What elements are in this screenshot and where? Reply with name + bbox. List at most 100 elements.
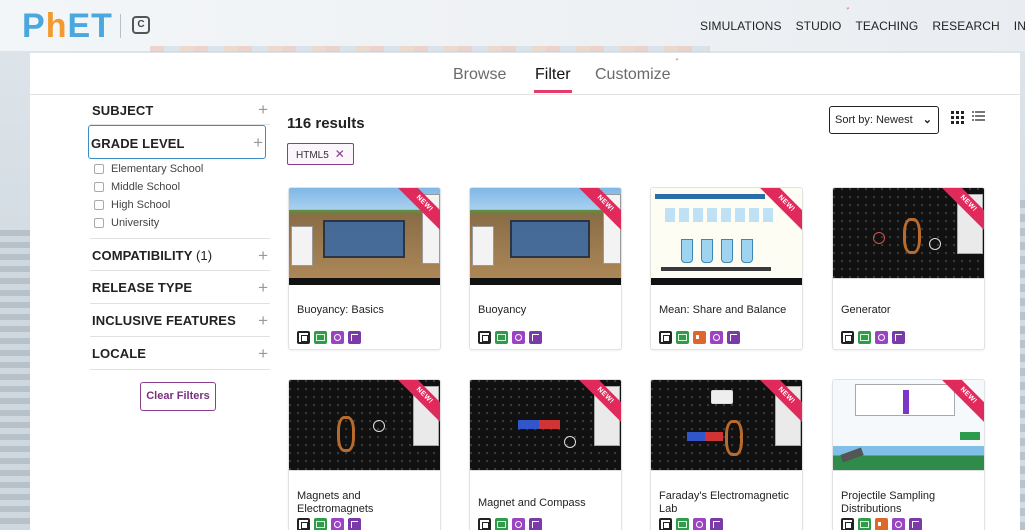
interactive-description-icon [727, 331, 740, 344]
sim-card[interactable]: NEW! Projectile Sampling Distributions [832, 379, 985, 530]
sim-thumbnail[interactable]: NEW! [289, 380, 440, 477]
tab-filter[interactable]: Filter [535, 66, 571, 84]
grade-option-elementary[interactable]: Elementary School [94, 163, 203, 175]
facet-inclusive-features[interactable]: INCLUSIVE FEATURES + [90, 304, 270, 337]
sim-title[interactable]: Magnets and Electromagnets [297, 490, 440, 516]
thumbnail-meter [711, 390, 733, 404]
grade-option-high[interactable]: High School [94, 199, 170, 211]
thumbnail-coil [725, 420, 743, 456]
sim-title[interactable]: Generator [841, 304, 891, 317]
cu-boulder-icon[interactable]: C [132, 16, 150, 34]
sim-thumbnail[interactable]: NEW! [833, 380, 984, 477]
thumbnail-panel [291, 226, 313, 266]
sim-card[interactable]: NEW! Mean: Share and Balance [650, 187, 803, 350]
sim-thumbnail[interactable]: NEW! [651, 188, 802, 285]
sim-thumbnail[interactable]: NEW! [289, 188, 440, 285]
nav-teaching[interactable]: TEACHING [856, 19, 919, 33]
option-label: Middle School [111, 181, 181, 193]
feature-icons [478, 331, 542, 344]
sim-title[interactable]: Faraday's Electromagnetic Lab [659, 490, 802, 516]
sort-label: Sort by: Newest [835, 114, 913, 126]
thumbnail-header [655, 194, 765, 199]
zoom-icon [710, 331, 723, 344]
tab-browse[interactable]: Browse [453, 66, 506, 84]
thumbnail-wheel [873, 232, 885, 244]
nav-initiatives[interactable]: INITI [1014, 19, 1025, 33]
html5-icon [478, 331, 491, 344]
sim-title[interactable]: Projectile Sampling Distributions [841, 490, 984, 516]
zoom-icon [512, 331, 525, 344]
facet-count: (1) [195, 248, 213, 263]
plus-icon[interactable]: + [258, 278, 268, 298]
facet-grade-level[interactable]: GRADE LEVEL + [88, 125, 266, 159]
facet-label-text: COMPATIBILITY [92, 248, 193, 263]
phet-logo[interactable]: PhET [22, 8, 113, 44]
plus-icon[interactable]: + [253, 133, 263, 153]
clear-filters-button[interactable]: Clear Filters [140, 382, 216, 411]
header-decoration [150, 46, 710, 52]
logo-divider [120, 14, 121, 38]
view-tabs: Browse Filter Customize ﾞ [30, 53, 1020, 95]
grade-option-university[interactable]: University [94, 217, 159, 229]
nav-research[interactable]: RESEARCH [932, 19, 999, 33]
thumbnail-tube [741, 239, 753, 263]
html5-icon [841, 331, 854, 344]
sim-thumbnail[interactable]: NEW! [470, 188, 621, 285]
html5-icon [841, 518, 854, 530]
facet-locale[interactable]: LOCALE + [90, 337, 270, 370]
grade-option-middle[interactable]: Middle School [94, 181, 180, 193]
thumbnail-button [960, 432, 980, 440]
sim-thumbnail[interactable]: NEW! [651, 380, 802, 477]
thumbnail-navbar [470, 470, 621, 477]
top-nav: SIMULATIONS STUDIO ﾞ TEACHING RESEARCH IN… [700, 0, 1025, 52]
close-icon[interactable]: ✕ [335, 147, 345, 161]
plus-icon[interactable]: + [258, 100, 268, 120]
feature-icons [659, 518, 723, 530]
plus-icon[interactable]: + [258, 246, 268, 266]
thumbnail-navbar [833, 278, 984, 285]
facet-subject[interactable]: SUBJECT + [90, 95, 270, 125]
thumbnail-coil [903, 218, 921, 254]
sim-card[interactable]: NEW! Magnet and Compass [469, 379, 622, 530]
thumbnail-tube [681, 239, 693, 263]
nav-studio[interactable]: STUDIO ﾞ [796, 9, 852, 34]
sim-card[interactable]: NEW! Generator [832, 187, 985, 350]
sort-select[interactable]: Sort by: Newest ⌄ [829, 106, 939, 134]
checkbox[interactable] [94, 164, 104, 174]
html5-icon [297, 518, 310, 530]
sim-card[interactable]: NEW! Buoyancy: Basics [288, 187, 441, 350]
tab-customize[interactable]: Customize ﾞ [595, 60, 681, 84]
sim-thumbnail[interactable]: NEW! [470, 380, 621, 477]
keyboard-icon [858, 331, 871, 344]
keyboard-icon [314, 331, 327, 344]
thumbnail-compass [564, 436, 576, 448]
sim-card[interactable]: NEW! Buoyancy [469, 187, 622, 350]
checkbox[interactable] [94, 182, 104, 192]
plus-icon[interactable]: + [258, 344, 268, 364]
filter-chip-html5[interactable]: HTML5 ✕ [287, 143, 354, 165]
checkbox[interactable] [94, 218, 104, 228]
facet-label: INCLUSIVE FEATURES [92, 313, 236, 328]
thumbnail-navbar [289, 470, 440, 477]
checkbox[interactable] [94, 200, 104, 210]
html5-icon [297, 331, 310, 344]
sim-title[interactable]: Buoyancy: Basics [297, 304, 384, 317]
facet-label: COMPATIBILITY (1) [92, 248, 212, 263]
zoom-icon [331, 518, 344, 530]
facet-release-type[interactable]: RELEASE TYPE + [90, 271, 270, 304]
nav-simulations[interactable]: SIMULATIONS [700, 19, 782, 33]
sim-title[interactable]: Magnet and Compass [478, 497, 586, 510]
feature-icons [841, 331, 905, 344]
list-view-icon[interactable] [972, 111, 985, 124]
facet-compatibility[interactable]: COMPATIBILITY (1) + [90, 238, 270, 271]
sim-title[interactable]: Buoyancy [478, 304, 526, 317]
thumbnail-tank [323, 220, 405, 258]
grid-view-icon[interactable] [951, 111, 964, 124]
plus-icon[interactable]: + [258, 311, 268, 331]
sim-title[interactable]: Mean: Share and Balance [659, 304, 786, 317]
sim-thumbnail[interactable]: NEW! [833, 188, 984, 285]
new-sparkle-icon: ﾞ [675, 59, 681, 70]
sim-card[interactable]: NEW! Faraday's Electromagnetic Lab [650, 379, 803, 530]
sim-card[interactable]: NEW! Magnets and Electromagnets [288, 379, 441, 530]
feature-icons [659, 331, 740, 344]
